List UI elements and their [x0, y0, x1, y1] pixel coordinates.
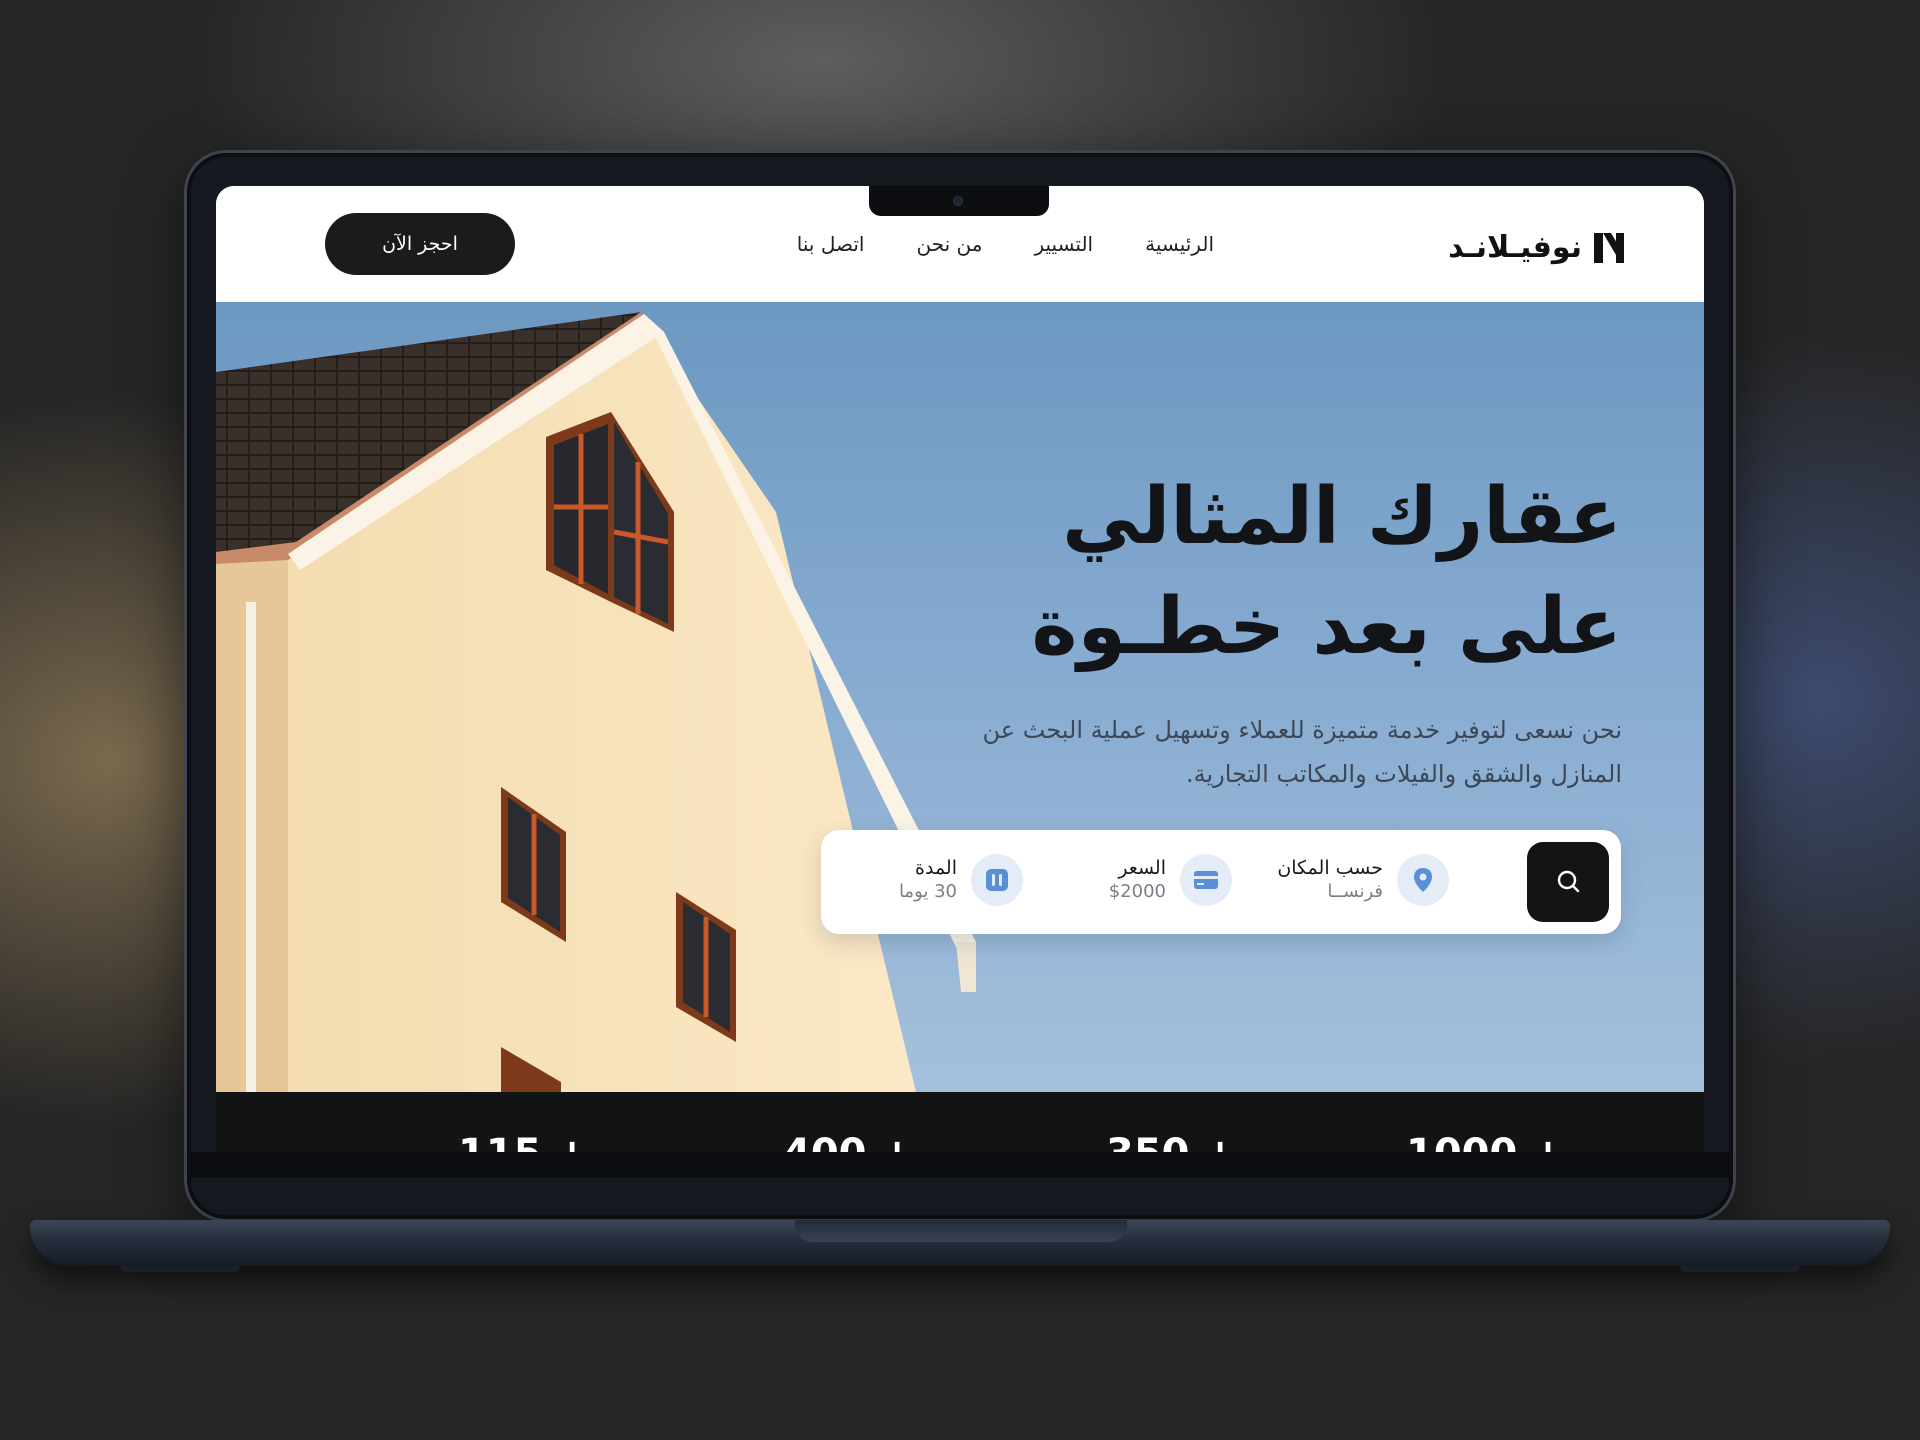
search-button[interactable] — [1527, 842, 1609, 922]
house-image — [216, 312, 976, 1092]
stats-strip: 1000 + 350 + 400 + 115 + — [216, 1092, 1704, 1152]
location-pin-icon — [1397, 854, 1449, 906]
nav-item-home[interactable]: الرئيسية — [1145, 232, 1214, 256]
search-bar: حسب المكان فرنســا السعر $2000 المدة 30 … — [821, 830, 1621, 934]
filter-location-label: حسب المكان — [1277, 857, 1383, 879]
duration-icon — [971, 854, 1023, 906]
camera-notch — [869, 186, 1049, 216]
filter-price[interactable]: السعر $2000 — [1109, 854, 1232, 906]
search-icon — [1555, 868, 1581, 897]
filter-duration-value: 30 يوما — [898, 881, 957, 902]
hero-title-line1: عقارك المثالي — [1062, 472, 1622, 562]
laptop-foot — [1680, 1266, 1800, 1272]
book-now-button[interactable]: احجز الآن — [325, 213, 515, 275]
stat-value: 115 + — [458, 1134, 589, 1152]
hero-section: عقارك المثالي على بعد خطـوة نحن نسعى لتو… — [216, 302, 1704, 1092]
logo[interactable]: نوفيـلانـد — [1448, 230, 1626, 265]
logo-icon — [1592, 231, 1626, 265]
nav-menu: الرئيسية التسيير من نحن اتصل بنا — [797, 232, 1214, 256]
brand-name: نوفيـلانـد — [1448, 230, 1582, 265]
filter-price-label: السعر — [1118, 857, 1166, 879]
camera-icon — [953, 196, 963, 206]
credit-card-icon — [1180, 854, 1232, 906]
filter-duration-label: المدة — [915, 857, 957, 879]
nav-item-about[interactable]: من نحن — [916, 232, 982, 256]
screen: نوفيـلانـد الرئيسية التسيير من نحن اتصل … — [216, 186, 1704, 1152]
filter-location-value: فرنســا — [1327, 881, 1383, 902]
filter-duration[interactable]: المدة 30 يوما — [899, 854, 1023, 906]
filter-location[interactable]: حسب المكان فرنســا — [1277, 854, 1449, 906]
laptop-foot — [120, 1266, 240, 1272]
stat-value: 1000 + — [1406, 1134, 1565, 1152]
hero-title: عقارك المثالي على بعد خطـوة — [1031, 462, 1622, 682]
screen-bottom-bezel — [190, 1152, 1730, 1178]
filter-price-value: $2000 — [1108, 881, 1166, 902]
nav-item-management[interactable]: التسيير — [1034, 232, 1093, 256]
laptop-hinge-notch — [795, 1220, 1127, 1242]
hero-title-line2: على بعد خطـوة — [1031, 582, 1622, 672]
hero-description: نحن نسعى لتوفير خدمة متميزة للعملاء وتسه… — [982, 716, 1622, 788]
stat-value: 350 + — [1106, 1134, 1237, 1152]
stat-value: 400 + — [783, 1134, 914, 1152]
nav-item-contact[interactable]: اتصل بنا — [797, 232, 865, 256]
